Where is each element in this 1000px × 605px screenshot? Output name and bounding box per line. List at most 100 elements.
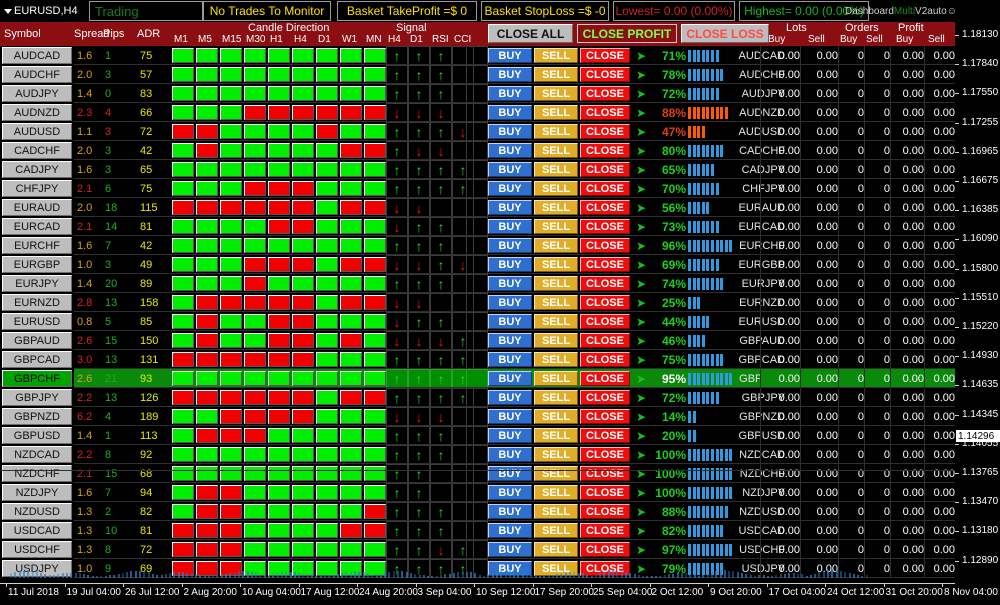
buy-button[interactable]: BUY [488, 162, 532, 177]
buy-button[interactable]: BUY [488, 105, 532, 120]
sell-button[interactable]: SELL [534, 48, 578, 63]
table-row[interactable]: GBPJPY 2.2 13 126 ↑ ↑ ↑ ↑ BUY SELL CLOSE ➤ 72% GBPJPY… [0, 388, 955, 407]
buy-button[interactable]: BUY [488, 314, 532, 329]
play-arrow-icon[interactable]: ➤ [632, 293, 650, 312]
close-button[interactable]: CLOSE [580, 143, 630, 158]
close-button[interactable]: CLOSE [580, 162, 630, 177]
sell-button[interactable]: SELL [534, 409, 578, 424]
buy-button[interactable]: BUY [488, 428, 532, 443]
trading-status-field[interactable]: Trading [89, 1, 203, 21]
table-row[interactable]: EURCAD 2.1 14 81 ↓ ↑ ↑ BUY SELL CLOSE ➤ 73% EURCAD 0.… [0, 217, 955, 236]
buy-button[interactable]: BUY [488, 447, 532, 462]
symbol-button[interactable]: EURCHF [2, 237, 72, 254]
play-arrow-icon[interactable]: ➤ [632, 198, 650, 217]
close-button[interactable]: CLOSE [580, 371, 630, 386]
close-button[interactable]: CLOSE [580, 257, 630, 272]
table-row[interactable]: EURUSD 0.8 5 85 ↓ ↑ ↑ BUY SELL CLOSE ➤ 44% EURUSD 0.0… [0, 312, 955, 331]
sell-button[interactable]: SELL [534, 333, 578, 348]
close-button[interactable]: CLOSE [580, 333, 630, 348]
close-profit-button[interactable]: CLOSE PROFIT [577, 24, 677, 43]
close-all-button[interactable]: CLOSE ALL [488, 24, 573, 43]
close-button[interactable]: CLOSE [580, 200, 630, 215]
close-button[interactable]: CLOSE [580, 219, 630, 234]
table-row[interactable]: EURAUD 2.0 18 115 ↓ ↓ BUY SELL CLOSE ➤ 56% EURAUD 0.… [0, 198, 955, 217]
symbol-button[interactable]: GBPCHF [2, 370, 72, 387]
play-arrow-icon[interactable]: ➤ [632, 312, 650, 331]
close-button[interactable]: CLOSE [580, 295, 630, 310]
table-row[interactable]: EURNZD 2.8 13 158 ↓ ↓ BUY SELL CLOSE ➤ 25% EURNZD 0.… [0, 293, 955, 312]
buy-button[interactable]: BUY [488, 124, 532, 139]
buy-button[interactable]: BUY [488, 352, 532, 367]
time-scale[interactable]: 11 Jul 2018 19 Jul 04:00 26 Jul 12:00 2 Aug… [0, 583, 1000, 605]
symbol-button[interactable]: GBPCAD [2, 351, 72, 368]
play-arrow-icon[interactable]: ➤ [632, 274, 650, 293]
buy-button[interactable]: BUY [488, 390, 532, 405]
buy-button[interactable]: BUY [488, 200, 532, 215]
basket-takeprofit-field[interactable]: Basket TakeProfit =$ 0 [337, 1, 477, 21]
sell-button[interactable]: SELL [534, 105, 578, 120]
buy-button[interactable]: BUY [488, 371, 532, 386]
buy-button[interactable]: BUY [488, 48, 532, 63]
play-arrow-icon[interactable]: ➤ [632, 388, 650, 407]
sell-button[interactable]: SELL [534, 390, 578, 405]
close-button[interactable]: CLOSE [580, 314, 630, 329]
sell-button[interactable]: SELL [534, 181, 578, 196]
sell-button[interactable]: SELL [534, 428, 578, 443]
sell-button[interactable]: SELL [534, 200, 578, 215]
buy-button[interactable]: BUY [488, 295, 532, 310]
close-button[interactable]: CLOSE [580, 48, 630, 63]
symbol-button[interactable]: GBPNZD [2, 408, 72, 425]
close-button[interactable]: CLOSE [580, 181, 630, 196]
play-arrow-icon[interactable]: ➤ [632, 84, 650, 103]
close-button[interactable]: CLOSE [580, 409, 630, 424]
play-arrow-icon[interactable]: ➤ [632, 103, 650, 122]
close-button[interactable]: CLOSE [580, 390, 630, 405]
close-button[interactable]: CLOSE [580, 447, 630, 462]
play-arrow-icon[interactable]: ➤ [632, 350, 650, 369]
play-arrow-icon[interactable]: ➤ [632, 426, 650, 445]
sell-button[interactable]: SELL [534, 219, 578, 234]
symbol-button[interactable]: NZDCAD [2, 446, 72, 463]
symbol-button[interactable]: GBPAUD [2, 332, 72, 349]
table-row[interactable]: GBPCHF2.62193↑↑↑↑BUYSELLCLOSE➤95%GBPCHF0… [0, 369, 955, 388]
play-arrow-icon[interactable]: ➤ [632, 217, 650, 236]
table-row[interactable]: CADJPY 1.6 3 65 ↑ ↑ ↑ ↑ BUY SELL CLOSE ➤ 65% CADJPY 0.… [0, 160, 955, 179]
table-row[interactable]: EURJPY 1.4 20 89 ↑ ↑ ↑ BUY SELL CLOSE ➤ 74% EURJPY 0.… [0, 274, 955, 293]
table-row[interactable]: EURGBP 1.0 3 49 ↓ ↓ ↑ ↓ BUY SELL CLOSE ➤ 69% EURGBP 0.… [0, 255, 955, 274]
play-arrow-icon[interactable]: ➤ [632, 65, 650, 84]
play-arrow-icon[interactable]: ➤ [632, 236, 650, 255]
symbol-button[interactable]: CHFJPY [2, 180, 72, 197]
sell-button[interactable]: SELL [534, 276, 578, 291]
symbol-button[interactable]: GBPJPY [2, 389, 72, 406]
table-row[interactable]: CADCHF 2.0 3 42 ↑ ↓ ↓ BUY SELL CLOSE ➤ 80% CADCHF 0.0… [0, 141, 955, 160]
symbol-button[interactable]: GBPUSD [2, 427, 72, 444]
table-row[interactable]: GBPCAD 3.0 13 131 ↑ ↑ ↑ ↑ BUY SELL CLOSE ➤ 75% GBPCAD… [0, 350, 955, 369]
play-arrow-icon[interactable]: ➤ [632, 160, 650, 179]
table-row[interactable]: GBPUSD 1.4 1 113 ↑ ↑ ↑ BUY SELL CLOSE ➤ 20% GBPUSD 0.… [0, 426, 955, 445]
sell-button[interactable]: SELL [534, 67, 578, 82]
symbol-button[interactable]: EURUSD [2, 313, 72, 330]
buy-button[interactable]: BUY [488, 276, 532, 291]
symbol-button[interactable]: AUDUSD [2, 123, 72, 140]
table-row[interactable]: NZDCAD 2.2 8 92 ↑ ↑ ↑ BUY SELL CLOSE ➤ 100% NZDCAD 0.… [0, 445, 955, 464]
close-button[interactable]: CLOSE [580, 428, 630, 443]
sell-button[interactable]: SELL [534, 295, 578, 310]
play-arrow-icon[interactable]: ➤ [632, 255, 650, 274]
symbol-button[interactable]: EURAUD [2, 199, 72, 216]
buy-button[interactable]: BUY [488, 333, 532, 348]
symbol-button[interactable]: AUDJPY [2, 85, 72, 102]
symbol-button[interactable]: AUDCHF [2, 66, 72, 83]
table-row[interactable]: EURCHF 1.6 7 42 ↑ ↑ ↑ BUY SELL CLOSE ➤ 96% EURCHF 0.0… [0, 236, 955, 255]
buy-button[interactable]: BUY [488, 143, 532, 158]
symbol-button[interactable]: EURCAD [2, 218, 72, 235]
close-button[interactable]: CLOSE [580, 276, 630, 291]
close-button[interactable]: CLOSE [580, 238, 630, 253]
table-row[interactable]: AUDUSD 1.1 3 72 ↑ ↑ ↑ ↓ BUY SELL CLOSE ➤ 47% AUDUSD 0.… [0, 122, 955, 141]
table-row[interactable]: CHFJPY 2.1 6 75 ↑ ↑ ↑ ↑ BUY SELL CLOSE ➤ 70% CHFJPY 0.… [0, 179, 955, 198]
table-row[interactable]: AUDCAD 1.6 1 75 ↑ ↑ ↑ BUY SELL CLOSE ➤ 71% AUDCAD 0.0… [0, 46, 955, 65]
sell-button[interactable]: SELL [534, 371, 578, 386]
buy-button[interactable]: BUY [488, 238, 532, 253]
close-button[interactable]: CLOSE [580, 67, 630, 82]
close-button[interactable]: CLOSE [580, 105, 630, 120]
play-arrow-icon[interactable]: ➤ [632, 122, 650, 141]
